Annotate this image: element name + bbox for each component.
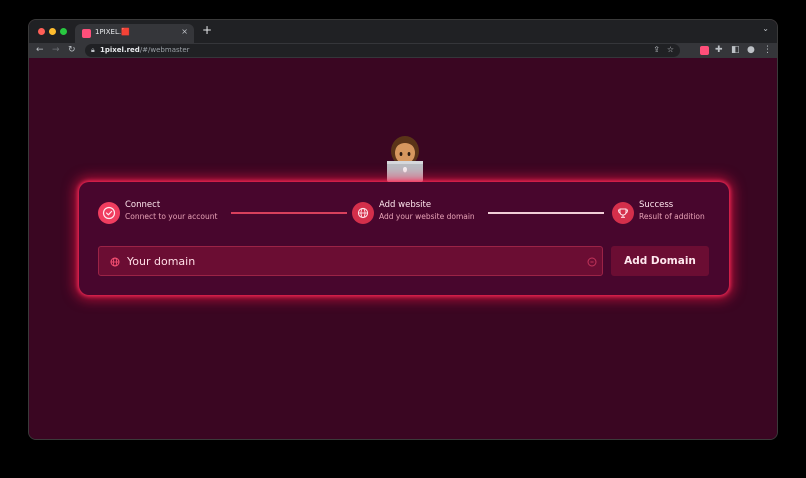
clear-circle-icon[interactable] — [587, 257, 597, 267]
step-connector — [231, 212, 347, 214]
back-arrow-icon[interactable]: ← — [36, 44, 44, 57]
domain-field[interactable] — [98, 246, 603, 276]
step-subtitle: Result of addition — [639, 212, 705, 221]
page-content: Connect Connect to your account Add webs… — [29, 58, 777, 439]
new-tab-button[interactable]: + — [202, 23, 212, 37]
forward-arrow-icon[interactable]: → — [52, 44, 60, 57]
maximize-window-button[interactable] — [60, 28, 67, 35]
favicon-icon — [82, 29, 91, 38]
side-panel-icon[interactable]: ◧ — [731, 44, 740, 57]
check-circle-icon — [98, 202, 120, 224]
add-domain-button[interactable]: Add Domain — [611, 246, 709, 276]
bookmark-star-icon[interactable]: ☆ — [667, 45, 674, 54]
browser-window: 1PIXEL.🟥 × + ⌄ ← → ↻ 🔒︎ 1pixel.red/#/web… — [28, 19, 778, 440]
step-subtitle: Add your website domain — [379, 212, 475, 221]
reload-icon[interactable]: ↻ — [68, 44, 76, 57]
extension-1pixel-icon[interactable] — [700, 46, 709, 55]
browser-tab[interactable]: 1PIXEL.🟥 × — [75, 24, 194, 43]
step-title: Success — [639, 200, 674, 210]
step-title: Connect — [125, 200, 161, 210]
url-text: 1pixel.red/#/webmaster — [100, 46, 190, 54]
domain-input[interactable] — [127, 247, 577, 275]
step-connector — [488, 212, 604, 214]
lock-icon: 🔒︎ — [91, 46, 95, 54]
address-bar[interactable]: 🔒︎ 1pixel.red/#/webmaster ⇪ ☆ — [85, 44, 680, 57]
step-title: Add website — [379, 200, 432, 210]
tab-strip: 1PIXEL.🟥 × + ⌄ — [29, 20, 777, 43]
close-window-button[interactable] — [38, 28, 45, 35]
person-with-laptop-icon — [387, 136, 423, 182]
globe-icon — [110, 257, 120, 267]
tab-title: 1PIXEL.🟥 — [95, 28, 130, 36]
browser-toolbar: ← → ↻ 🔒︎ 1pixel.red/#/webmaster ⇪ ☆ ✚ ◧ … — [29, 43, 777, 58]
tab-close-icon[interactable]: × — [181, 27, 188, 36]
share-icon[interactable]: ⇪ — [653, 45, 660, 54]
chevron-down-icon[interactable]: ⌄ — [762, 24, 769, 33]
add-domain-card: Connect Connect to your account Add webs… — [79, 182, 729, 295]
trophy-icon — [612, 202, 634, 224]
minimize-window-button[interactable] — [49, 28, 56, 35]
extensions-puzzle-icon[interactable]: ✚ — [715, 44, 723, 57]
globe-icon — [352, 202, 374, 224]
step-subtitle: Connect to your account — [125, 212, 218, 221]
profile-icon[interactable]: ● — [747, 44, 755, 57]
kebab-menu-icon[interactable]: ⋮ — [763, 44, 772, 57]
